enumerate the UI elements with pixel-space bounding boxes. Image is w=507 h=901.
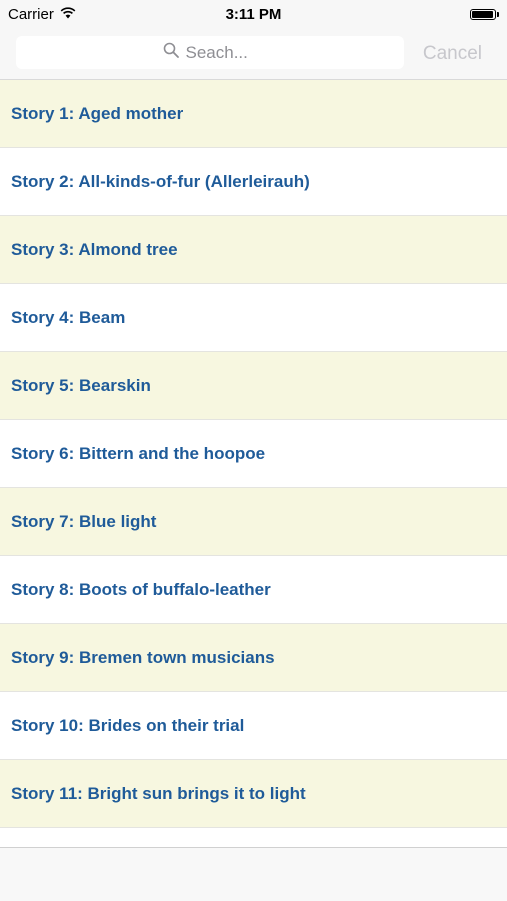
- story-title: Story 9: Bremen town musicians: [11, 647, 275, 667]
- story-title: Story 7: Blue light: [11, 511, 157, 531]
- story-title: Story 5: Bearskin: [11, 375, 151, 395]
- search-input[interactable]: [185, 42, 258, 63]
- cancel-button[interactable]: Cancel: [423, 28, 482, 79]
- status-left: Carrier: [0, 6, 76, 23]
- story-list-item[interactable]: Story 11: Bright sun brings it to light: [0, 760, 507, 828]
- story-list-item[interactable]: Story 8: Boots of buffalo-leather: [0, 556, 507, 624]
- story-list-item[interactable]: Story 9: Bremen town musicians: [0, 624, 507, 692]
- story-title: Story 6: Bittern and the hoopoe: [11, 443, 266, 463]
- story-list-item[interactable]: Story 2: All-kinds-of-fur (Allerleirauh): [0, 148, 507, 216]
- wifi-icon: [60, 6, 76, 23]
- status-time: 3:11 PM: [225, 5, 282, 23]
- story-title: Story 2: All-kinds-of-fur (Allerleirauh): [11, 171, 310, 191]
- carrier-label: Carrier: [8, 5, 54, 23]
- battery-fill: [472, 10, 493, 18]
- search-field[interactable]: [16, 36, 404, 69]
- story-list: Story 1: Aged mother Story 2: All-kinds-o…: [0, 80, 507, 847]
- status-bar: Carrier 3:11 PM: [0, 0, 507, 28]
- story-list-item[interactable]: Story 3: Almond tree: [0, 216, 507, 284]
- bottom-toolbar: [0, 847, 507, 901]
- story-title: Story 4: Beam: [11, 307, 126, 327]
- story-title: Story 1: Aged mother: [11, 103, 184, 123]
- story-title: Story 8: Boots of buffalo-leather: [11, 579, 271, 599]
- story-list-item[interactable]: Story 6: Bittern and the hoopoe: [0, 420, 507, 488]
- story-list-item[interactable]: Story 1: Aged mother: [0, 80, 507, 148]
- story-list-item[interactable]: Story 5: Bearskin: [0, 352, 507, 420]
- story-list-item[interactable]: Story 4: Beam: [0, 284, 507, 352]
- battery-tip: [497, 11, 499, 17]
- search-bar: Cancel: [0, 28, 507, 80]
- story-title: Story 3: Almond tree: [11, 239, 178, 259]
- search-icon: [163, 42, 179, 63]
- story-title: Story 10: Brides on their trial: [11, 715, 245, 735]
- battery-icon: [470, 8, 496, 20]
- story-list-item[interactable]: Story 10: Brides on their trial: [0, 692, 507, 760]
- status-right: [470, 8, 507, 20]
- story-title: Story 11: Bright sun brings it to light: [11, 783, 306, 803]
- story-list-item[interactable]: Story 7: Blue light: [0, 488, 507, 556]
